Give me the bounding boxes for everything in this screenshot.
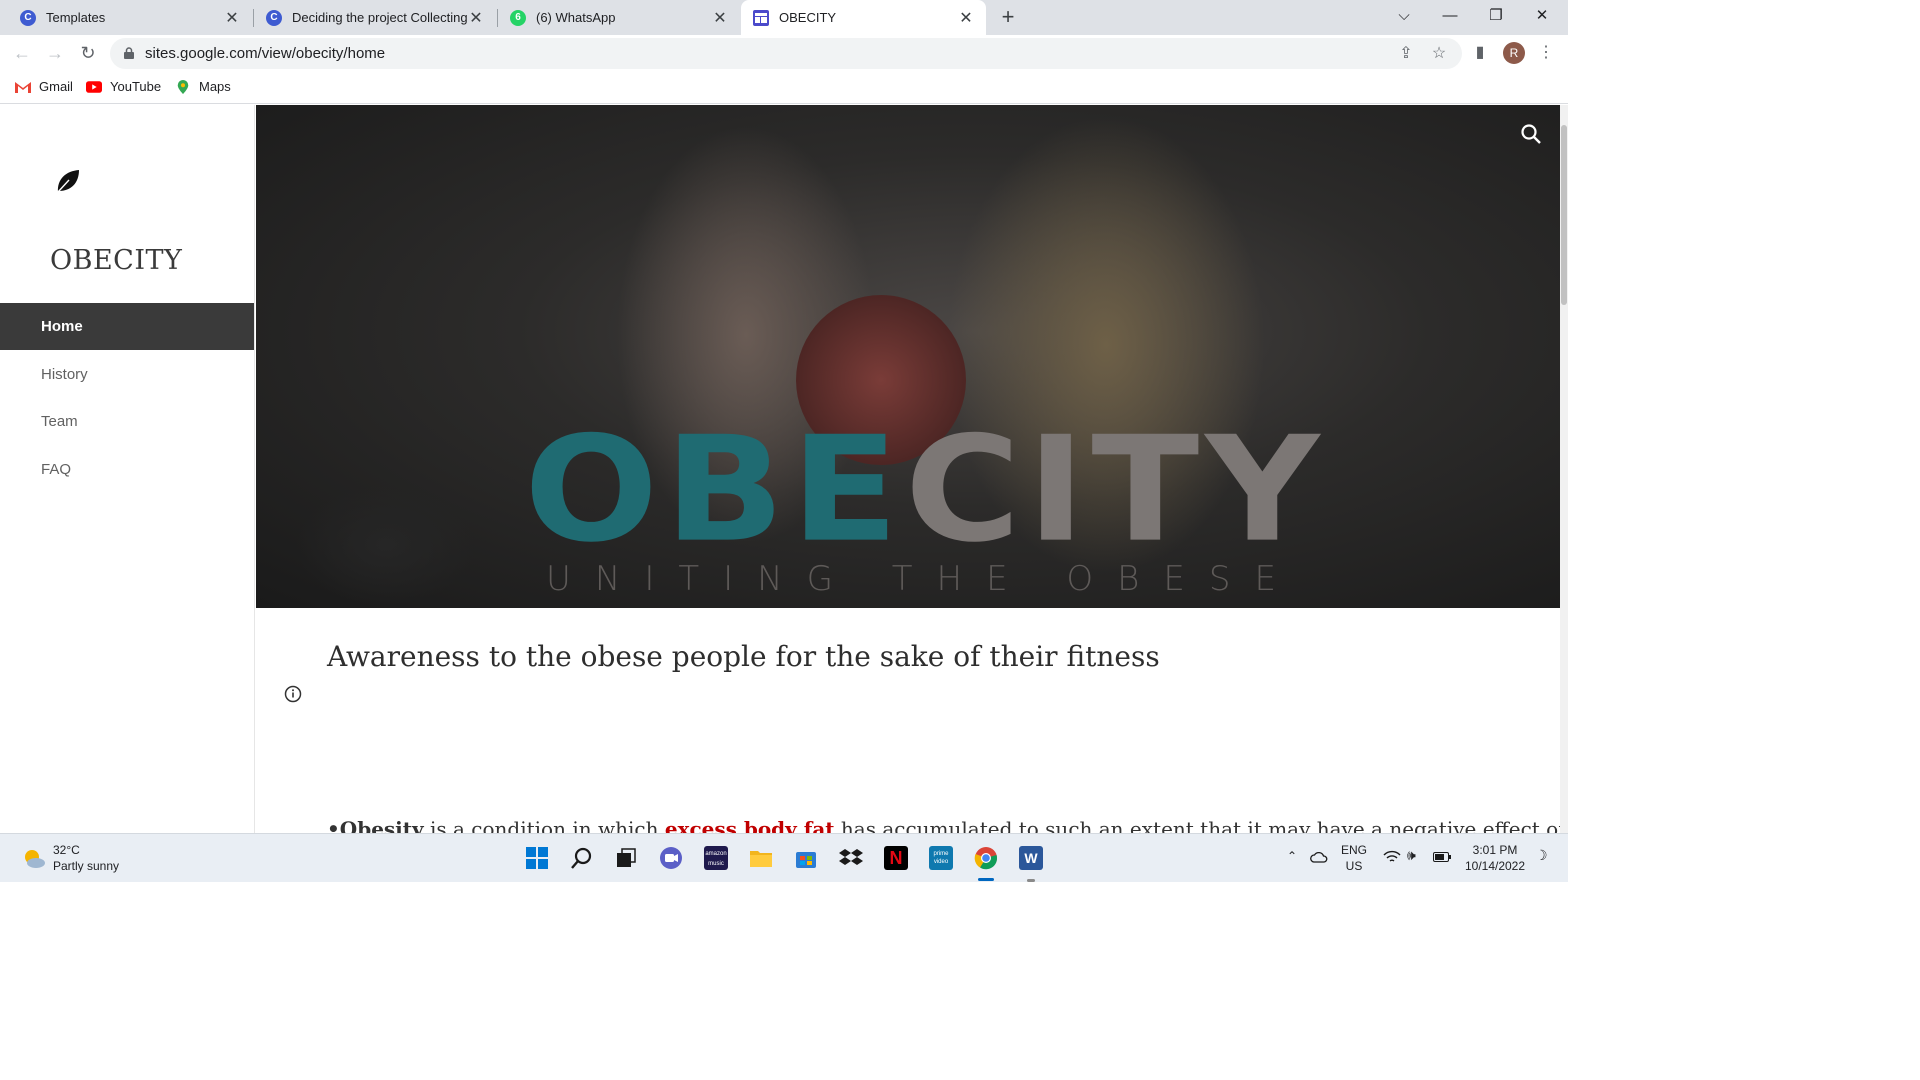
paragraph-text: is a condition in which xyxy=(423,817,665,833)
page-scrollbar[interactable] xyxy=(1560,105,1568,833)
tab-title: Deciding the project Collecting p xyxy=(292,10,468,25)
active-app-indicator xyxy=(978,878,994,881)
info-icon[interactable] xyxy=(284,685,302,703)
windows-start-icon[interactable] xyxy=(525,846,549,870)
teams-chat-icon[interactable] xyxy=(659,846,683,870)
bookmark-star-icon[interactable]: ☆ xyxy=(1429,44,1449,64)
chrome-icon[interactable] xyxy=(974,846,998,870)
tab-title: OBECITY xyxy=(779,10,837,25)
maps-icon xyxy=(177,79,189,94)
nav-item-home[interactable]: Home xyxy=(0,303,254,350)
amazon-music-icon[interactable]: amazon music xyxy=(704,846,728,870)
prime-video-icon[interactable]: prime video xyxy=(929,846,953,870)
canva-icon: C xyxy=(266,9,282,26)
scrollbar-thumb[interactable] xyxy=(1561,125,1567,305)
bookmark-gmail[interactable]: Gmail xyxy=(15,79,73,94)
bookmark-maps[interactable]: Maps xyxy=(175,79,231,94)
gmail-icon xyxy=(15,81,31,93)
volume-icon[interactable]: 🕪 xyxy=(1407,847,1416,864)
task-view-icon[interactable] xyxy=(614,846,638,870)
dropbox-icon[interactable] xyxy=(839,846,863,870)
language-code: ENG xyxy=(1340,843,1367,857)
leaf-logo-icon[interactable] xyxy=(54,167,82,195)
bookmarks-bar: Gmail YouTube Maps xyxy=(0,72,1568,104)
show-hidden-icons-chevron-icon[interactable]: ⌃ xyxy=(1287,849,1297,863)
browser-toolbar: ← → ↻ sites.google.com/view/obecity/home… xyxy=(0,35,1568,72)
bookmark-youtube[interactable]: YouTube xyxy=(86,79,161,94)
clock-date: 10/14/2022 xyxy=(1464,859,1526,873)
file-explorer-icon[interactable] xyxy=(749,846,773,870)
paragraph-highlight: excess body fat xyxy=(664,817,835,833)
nav-item-team[interactable]: Team xyxy=(0,398,254,445)
new-tab-button[interactable]: + xyxy=(996,4,1020,30)
windows-taskbar: 32°C Partly sunny amazon music N prime vid… xyxy=(0,833,1568,882)
site-title[interactable]: OBECITY xyxy=(50,245,182,276)
focus-moon-icon[interactable]: ☽ xyxy=(1535,847,1548,864)
page-heading: Awareness to the obese people for the sa… xyxy=(327,640,1160,673)
search-icon[interactable] xyxy=(1520,123,1542,145)
microsoft-store-icon[interactable] xyxy=(794,846,818,870)
url-text[interactable]: sites.google.com/view/obecity/home xyxy=(145,45,385,62)
search-icon[interactable] xyxy=(570,846,594,870)
forward-button[interactable]: → xyxy=(43,41,67,65)
wifi-icon[interactable] xyxy=(1383,850,1401,864)
hero-banner: OBECITY UNITING THE OBESE xyxy=(256,105,1560,608)
running-app-indicator xyxy=(1027,879,1035,882)
close-tab-icon[interactable]: ✕ xyxy=(224,8,240,28)
tab-title: (6) WhatsApp xyxy=(536,10,616,25)
lock-icon xyxy=(124,47,134,59)
close-tab-icon[interactable]: ✕ xyxy=(468,8,484,28)
youtube-icon xyxy=(86,80,102,93)
bookmark-label: Gmail xyxy=(39,79,73,94)
site-page: OBECITY Home History Team FAQ OBECITY UN… xyxy=(0,105,1560,833)
logo-part-obe: OBE xyxy=(524,405,905,575)
bookmark-label: YouTube xyxy=(110,79,162,94)
bookmark-label: Maps xyxy=(199,79,231,94)
word-icon[interactable]: W xyxy=(1019,846,1043,870)
share-icon[interactable]: ⇪ xyxy=(1396,44,1416,64)
weather-temperature[interactable]: 32°C xyxy=(53,843,80,857)
nav-item-faq[interactable]: FAQ xyxy=(0,446,254,493)
hero-photo-dumbbells xyxy=(296,485,476,605)
tab-obecity[interactable]: OBECITY ✕ xyxy=(741,0,986,35)
profile-avatar[interactable]: R xyxy=(1503,42,1525,64)
address-bar[interactable]: sites.google.com/view/obecity/home ⇪ ☆ xyxy=(110,38,1462,69)
tab-search-chevron-icon[interactable]: ⌵ xyxy=(1381,0,1427,35)
weather-condition[interactable]: Partly sunny xyxy=(53,859,119,873)
minimize-button[interactable]: — xyxy=(1427,0,1473,35)
google-sites-icon xyxy=(753,9,769,26)
obesity-paragraph: •Obesity is a condition in which excess … xyxy=(327,817,1560,833)
paragraph-lead: •Obesity xyxy=(327,817,424,833)
obecity-hero-logo: OBECITY xyxy=(524,416,1326,563)
language-indicator[interactable]: ENG US xyxy=(1339,842,1369,874)
hero-tagline: UNITING THE OBESE xyxy=(546,559,1300,599)
clock-time: 3:01 PM xyxy=(1472,843,1518,857)
menu-kebab-icon[interactable]: ⋮ xyxy=(1534,41,1558,65)
battery-icon[interactable] xyxy=(1433,852,1451,862)
tab-whatsapp[interactable]: 6 (6) WhatsApp ✕ xyxy=(498,0,740,35)
back-button[interactable]: ← xyxy=(10,41,34,65)
partly-sunny-icon[interactable] xyxy=(22,847,46,871)
logo-part-city: CITY xyxy=(904,405,1326,575)
language-region: US xyxy=(1345,859,1363,873)
browser-tab-strip: C Templates ✕ C Deciding the project Col… xyxy=(0,0,1568,35)
close-tab-icon[interactable]: ✕ xyxy=(958,8,974,28)
system-clock[interactable]: 3:01 PM 10/14/2022 xyxy=(1462,842,1528,874)
whatsapp-icon: 6 xyxy=(510,9,526,26)
tab-deciding-project[interactable]: C Deciding the project Collecting p ✕ xyxy=(254,0,496,35)
reload-button[interactable]: ↻ xyxy=(76,41,100,65)
onedrive-cloud-icon[interactable] xyxy=(1310,850,1328,864)
site-sidebar: OBECITY Home History Team FAQ xyxy=(0,105,255,833)
paragraph-text: has accumulated to such an extent that i… xyxy=(840,817,1560,833)
tab-title: Templates xyxy=(46,10,106,25)
nav-item-history[interactable]: History xyxy=(0,351,254,398)
close-window-button[interactable]: ✕ xyxy=(1519,0,1565,35)
restore-button[interactable]: ❐ xyxy=(1473,0,1519,35)
netflix-icon[interactable]: N xyxy=(884,846,908,870)
side-panel-icon[interactable]: ▮ xyxy=(1468,41,1492,65)
tab-templates[interactable]: C Templates ✕ xyxy=(0,0,252,35)
close-tab-icon[interactable]: ✕ xyxy=(712,8,728,28)
canva-icon: C xyxy=(20,9,36,26)
